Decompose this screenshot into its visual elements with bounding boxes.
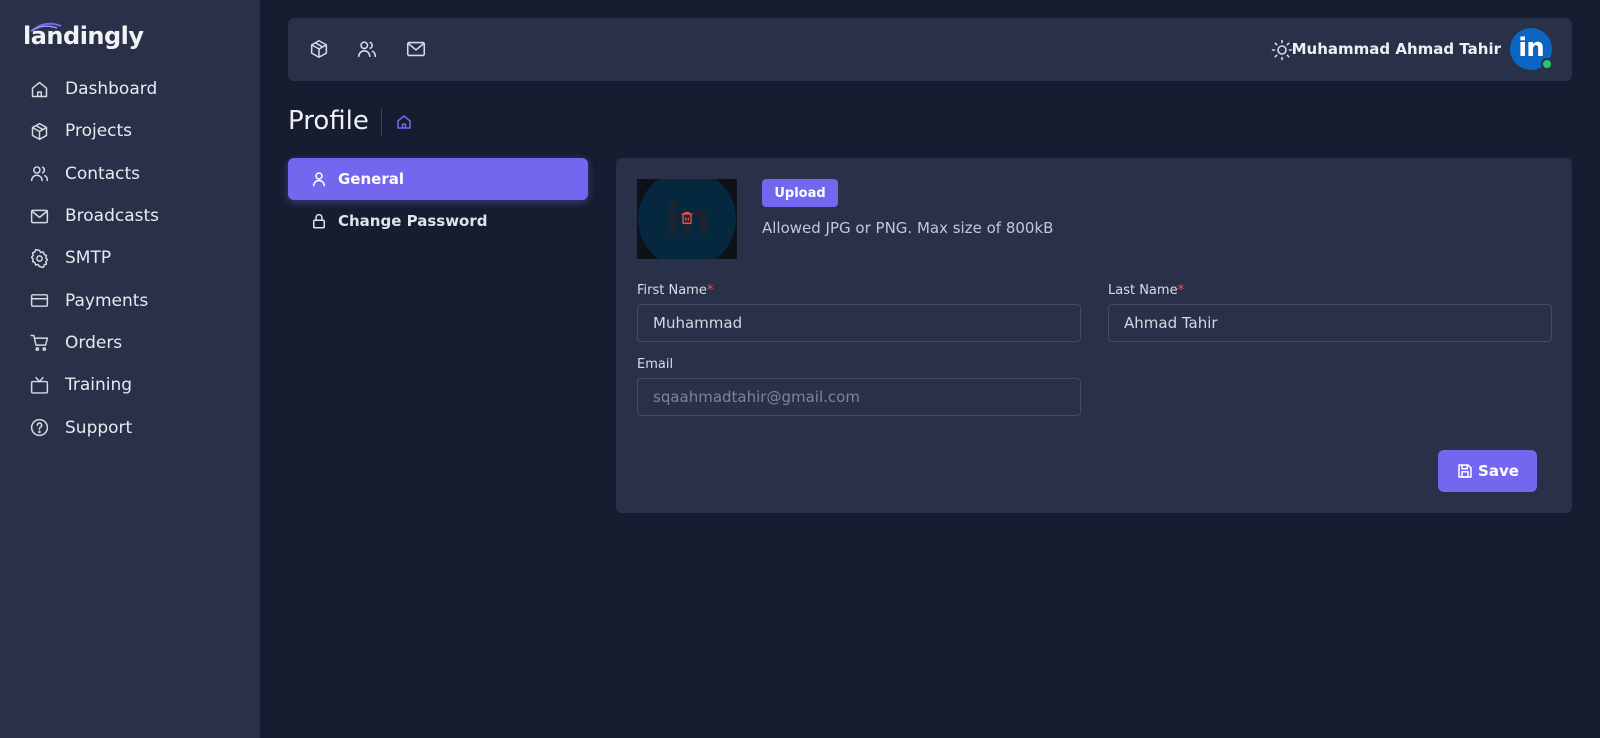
sidebar-item-smtp[interactable]: SMTP: [0, 237, 260, 279]
top-navbar: Muhammad Ahmad Tahir in: [288, 18, 1572, 81]
profile-photo[interactable]: in: [637, 179, 737, 259]
first-name-label-text: First Name: [637, 283, 707, 298]
sidebar-item-label: Payments: [65, 290, 149, 311]
sidebar-item-label: Orders: [65, 332, 123, 353]
credit-card-icon: [30, 294, 49, 308]
first-name-field[interactable]: Muhammad: [637, 304, 1081, 342]
online-status-dot: [1541, 58, 1553, 70]
mail-icon: [30, 209, 49, 223]
upload-hint: Allowed JPG or PNG. Max size of 800kB: [762, 219, 1054, 237]
sidebar-item-orders[interactable]: Orders: [0, 322, 260, 364]
tab-label: Change Password: [338, 212, 488, 230]
sidebar-item-label: Broadcasts: [65, 206, 160, 227]
email-label: Email: [637, 357, 674, 372]
required-mark: *: [1177, 283, 1185, 298]
sidebar-item-training[interactable]: Training: [0, 364, 260, 406]
first-name-label: First Name*: [637, 283, 713, 298]
cube-icon: [31, 122, 48, 141]
title-divider: [381, 108, 382, 136]
sidebar-item-dashboard[interactable]: Dashboard: [0, 68, 260, 110]
users-icon[interactable]: [356, 38, 378, 60]
upload-button[interactable]: Upload: [762, 179, 838, 207]
sidebar-item-label: Training: [65, 375, 133, 396]
app-logo[interactable]: landingly: [23, 22, 144, 50]
sidebar-item-broadcasts[interactable]: Broadcasts: [0, 195, 260, 237]
save-button[interactable]: Save: [1438, 450, 1537, 492]
sidebar-item-contacts[interactable]: Contacts: [0, 153, 260, 195]
help-circle-icon: [30, 418, 49, 437]
tv-icon: [30, 376, 49, 394]
sidebar-nav: Dashboard Projects Contacts Broadcasts S…: [0, 68, 260, 449]
sidebar-item-support[interactable]: Support: [0, 406, 260, 448]
sidebar-item-label: Projects: [65, 121, 133, 142]
sidebar-item-label: SMTP: [65, 248, 112, 269]
tab-change-password[interactable]: Change Password: [288, 200, 588, 242]
users-icon: [30, 166, 49, 182]
sidebar-item-label: Contacts: [65, 163, 140, 184]
avatar-text: in: [1518, 32, 1544, 63]
avatar[interactable]: in: [1510, 28, 1553, 70]
sidebar-item-label: Dashboard: [65, 79, 158, 100]
save-icon: [1458, 464, 1472, 478]
sidebar-item-label: Support: [65, 417, 133, 438]
lock-icon: [313, 213, 325, 229]
user-icon: [313, 172, 325, 187]
home-icon[interactable]: [395, 113, 413, 131]
email-field: sqaahmadtahir@gmail.com: [637, 378, 1081, 416]
sidebar: landingly Dashboard Projects Contacts Br…: [0, 0, 260, 738]
tab-label: General: [338, 170, 404, 188]
profile-card: in Upload Allowed JPG or PNG. Max size o…: [616, 158, 1572, 513]
home-icon: [31, 81, 48, 97]
sidebar-item-payments[interactable]: Payments: [0, 279, 260, 321]
required-mark: *: [706, 283, 714, 298]
tab-general[interactable]: General: [288, 158, 588, 200]
mail-icon[interactable]: [405, 38, 427, 60]
sun-icon[interactable]: [1270, 38, 1294, 62]
gear-icon: [30, 248, 49, 268]
cart-icon: [30, 335, 49, 352]
user-name[interactable]: Muhammad Ahmad Tahir: [1292, 40, 1501, 58]
last-name-label-text: Last Name: [1108, 283, 1178, 298]
last-name-label: Last Name*: [1108, 283, 1184, 298]
save-label: Save: [1478, 462, 1519, 480]
last-name-field[interactable]: Ahmad Tahir: [1108, 304, 1552, 342]
sidebar-item-projects[interactable]: Projects: [0, 110, 260, 152]
trash-icon[interactable]: [679, 210, 695, 226]
page-title: Profile: [288, 106, 369, 136]
cube-icon[interactable]: [308, 38, 330, 60]
